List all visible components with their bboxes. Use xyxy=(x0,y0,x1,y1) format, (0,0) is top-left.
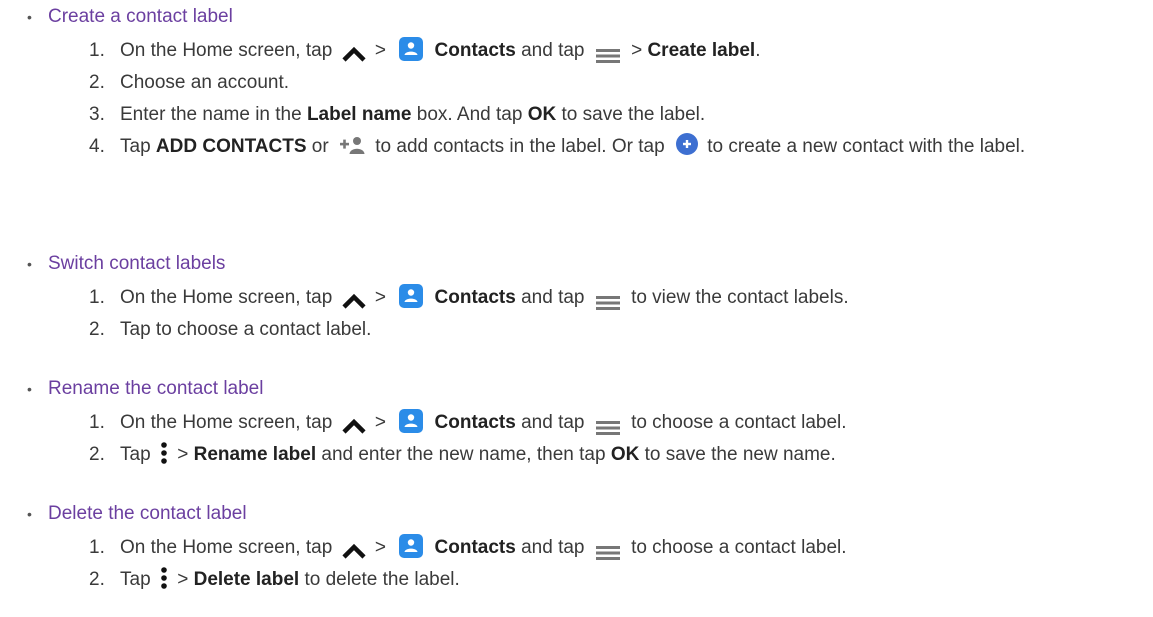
rename-label-bold: Rename label xyxy=(193,444,317,465)
section-heading: • Delete the contact label xyxy=(0,499,1153,529)
step-number: 2. xyxy=(89,569,105,590)
step-number: 2. xyxy=(89,444,105,465)
step-separator: > xyxy=(177,444,189,465)
step-number: 2. xyxy=(89,72,105,93)
delete-label-bold: Delete label xyxy=(193,569,300,590)
bullet: • xyxy=(27,9,32,25)
section-rename-label: • Rename the contact label 1. On the Hom… xyxy=(0,374,1153,471)
step-separator: > xyxy=(374,287,386,308)
step-text: to choose a contact label. xyxy=(631,537,847,558)
ok-bold: OK xyxy=(610,444,640,465)
step-number: 2. xyxy=(89,319,105,340)
step-number: 1. xyxy=(89,40,105,61)
step-item: 1. On the Home screen, tap > Contacts an… xyxy=(0,532,1153,564)
step-text: to save the label. xyxy=(561,104,706,125)
bullet: • xyxy=(27,381,32,397)
step-text: Tap xyxy=(120,569,151,590)
menu-icon xyxy=(595,414,620,435)
step-text: Tap to choose a contact label. xyxy=(120,319,372,340)
section-heading: • Rename the contact label xyxy=(0,374,1153,404)
step-item: 2. Tap > Rename label and enter the new … xyxy=(0,439,1153,471)
step-separator: > xyxy=(177,569,189,590)
section-heading: • Switch contact labels xyxy=(0,249,1153,279)
bullet: • xyxy=(27,506,32,522)
section-heading: • Create a contact label xyxy=(0,2,1153,32)
step-number: 1. xyxy=(89,287,105,308)
step-separator: > xyxy=(374,537,386,558)
section-title: Create a contact label xyxy=(48,6,233,27)
step-text: box. And tap xyxy=(416,104,523,125)
contacts-app-icon xyxy=(399,36,424,61)
step-item: 2. Tap to choose a contact label. xyxy=(0,314,1153,346)
step-text: and enter the new name, then tap xyxy=(321,444,606,465)
step-item: 2. Choose an account. xyxy=(0,67,1153,99)
chevron-up-icon xyxy=(341,288,366,309)
step-separator: > xyxy=(374,412,386,433)
add-contact-icon xyxy=(339,135,366,154)
step-text: Tap xyxy=(120,444,151,465)
step-text: or xyxy=(311,136,329,157)
step-item: 3. Enter the name in the Label name box.… xyxy=(0,99,1153,131)
section-create-label: • Create a contact label 1. On the Home … xyxy=(0,2,1153,161)
step-number: 1. xyxy=(89,537,105,558)
step-text: On the Home screen, tap xyxy=(120,287,333,308)
add-contacts-bold: ADD CONTACTS xyxy=(155,136,307,157)
overflow-icon xyxy=(160,441,168,465)
step-number: 4. xyxy=(89,136,105,157)
contacts-app-icon xyxy=(399,533,424,558)
step-text: to choose a contact label. xyxy=(631,412,847,433)
step-text: and tap xyxy=(521,40,585,61)
menu-option-bold: Create label xyxy=(647,40,756,61)
app-name-bold: Contacts xyxy=(434,412,516,433)
field-name-bold: Label name xyxy=(306,104,412,125)
step-separator: > xyxy=(374,40,386,61)
menu-icon xyxy=(595,539,620,560)
step-number: 3. xyxy=(89,104,105,125)
step-number: 1. xyxy=(89,412,105,433)
step-separator: > xyxy=(631,40,643,61)
menu-icon xyxy=(595,42,620,63)
chevron-up-icon xyxy=(341,538,366,559)
overflow-icon xyxy=(160,566,168,590)
chevron-up-icon xyxy=(341,41,366,62)
step-item: 2. Tap > Delete label to delete the labe… xyxy=(0,564,1153,596)
section-title: Rename the contact label xyxy=(48,378,264,399)
section-switch-labels: • Switch contact labels 1. On the Home s… xyxy=(0,249,1153,346)
step-period: . xyxy=(755,40,761,61)
step-text: On the Home screen, tap xyxy=(120,537,333,558)
contacts-app-icon xyxy=(399,408,424,433)
step-item: 1. On the Home screen, tap > Contacts an… xyxy=(0,282,1153,314)
step-text: On the Home screen, tap xyxy=(120,412,333,433)
step-text: Choose an account. xyxy=(120,72,290,93)
section-delete-label: • Delete the contact label 1. On the Hom… xyxy=(0,499,1153,596)
document-page: • Create a contact label 1. On the Home … xyxy=(0,0,1153,617)
ok-bold: OK xyxy=(527,104,557,125)
section-title: Delete the contact label xyxy=(48,503,247,524)
step-text: to view the contact labels. xyxy=(631,287,849,308)
menu-icon xyxy=(595,289,620,310)
step-text: Tap xyxy=(120,136,151,157)
step-item: 1. On the Home screen, tap > Contacts an… xyxy=(0,407,1153,439)
app-name-bold: Contacts xyxy=(434,537,516,558)
chevron-up-icon xyxy=(341,413,366,434)
fab-add-icon xyxy=(675,132,698,155)
step-text: and tap xyxy=(521,537,585,558)
step-text: and tap xyxy=(521,412,585,433)
app-name-bold: Contacts xyxy=(434,40,516,61)
step-item: 4. Tap ADD CONTACTS or to add contacts i… xyxy=(0,131,1153,161)
step-text: to save the new name. xyxy=(644,444,836,465)
step-text: to delete the label. xyxy=(304,569,460,590)
step-text: and tap xyxy=(521,287,585,308)
section-title: Switch contact labels xyxy=(48,253,226,274)
contacts-app-icon xyxy=(399,283,424,308)
app-name-bold: Contacts xyxy=(434,287,516,308)
step-text: to create a new contact with the label. xyxy=(707,136,1026,157)
step-text: Enter the name in the xyxy=(120,104,302,125)
step-text: to add contacts in the label. Or tap xyxy=(375,136,665,157)
step-item: 1. On the Home screen, tap > Contacts an… xyxy=(0,35,1153,67)
bullet: • xyxy=(27,256,32,272)
step-text: On the Home screen, tap xyxy=(120,40,333,61)
